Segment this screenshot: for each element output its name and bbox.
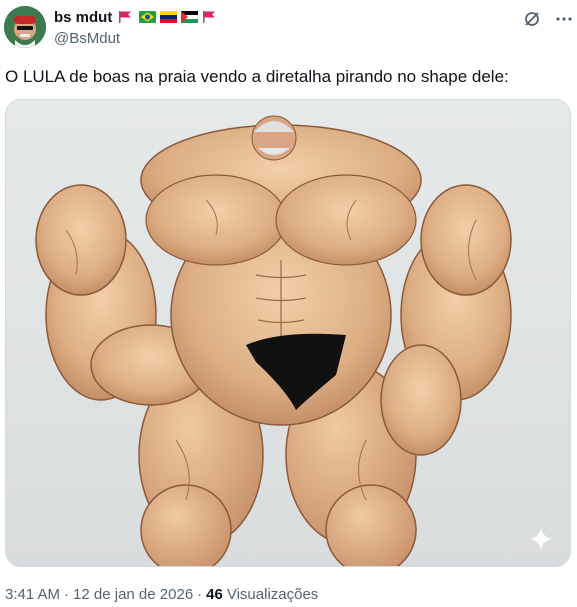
display-name[interactable]: bs mdut <box>54 9 112 26</box>
timestamp-time[interactable]: 3:41 AM <box>5 586 60 603</box>
header-actions <box>523 10 573 28</box>
venezuela-flag-icon <box>160 11 178 23</box>
tweet-header: bs mdut @BsMdut <box>4 6 573 50</box>
handle[interactable]: @BsMdut <box>54 30 219 47</box>
bodybuilder-illustration <box>35 115 512 566</box>
tweet: bs mdut @BsMdut O LULA de boas na praia … <box>0 0 577 607</box>
separator: · <box>197 586 203 603</box>
avatar-image <box>4 6 46 48</box>
tweet-meta: 3:41 AM · 12 de jan de 2026 · 46 Visuali… <box>5 586 318 603</box>
sparkle-icon[interactable] <box>528 526 554 552</box>
red-flag-icon <box>203 11 216 23</box>
flag-emojis <box>118 11 219 23</box>
views-count: 46 <box>206 586 223 603</box>
red-flag-icon <box>119 11 132 23</box>
author-names: bs mdut @BsMdut <box>54 8 219 47</box>
tweet-image[interactable] <box>5 99 571 567</box>
views-label: Visualizações <box>226 586 319 603</box>
grok-icon[interactable] <box>523 10 541 28</box>
avatar[interactable] <box>4 6 46 48</box>
brazil-flag-icon <box>139 11 157 23</box>
timestamp-date[interactable]: 12 de jan de 2026 <box>73 586 193 603</box>
more-icon[interactable] <box>555 10 573 28</box>
tweet-text: O LULA de boas na praia vendo a diretalh… <box>5 67 509 86</box>
palestine-flag-icon <box>181 11 199 23</box>
separator: · <box>64 586 70 603</box>
